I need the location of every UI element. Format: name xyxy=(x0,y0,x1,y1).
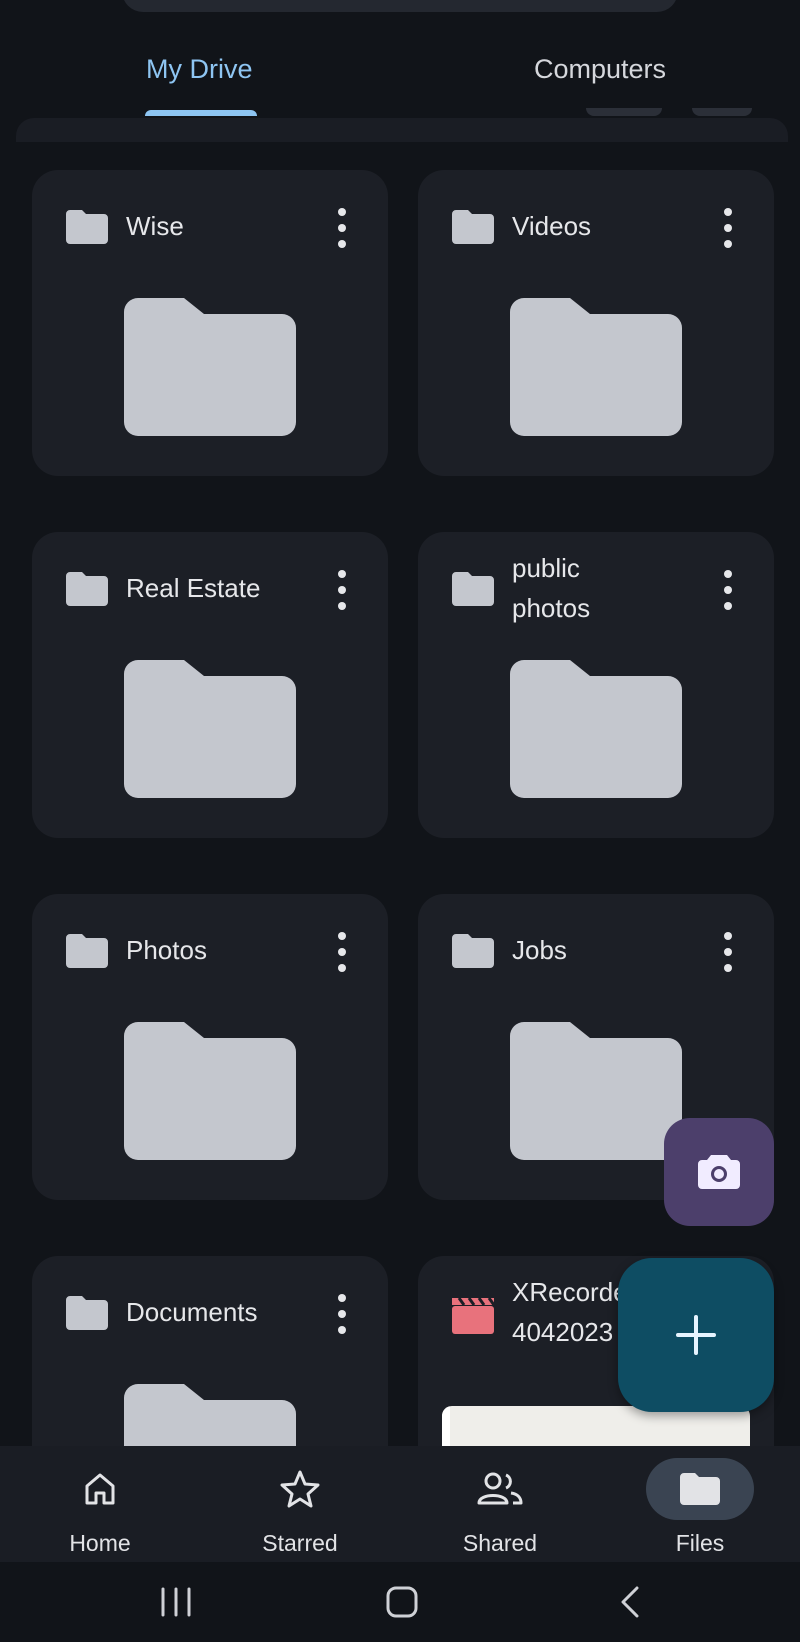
folder-card[interactable]: public photos xyxy=(418,532,774,838)
nav-files-label: Files xyxy=(675,1530,725,1556)
folder-name: Wise xyxy=(126,211,184,241)
folder-name: Real Estate xyxy=(126,573,261,603)
folder-icon xyxy=(452,934,494,968)
active-tab-indicator xyxy=(145,110,257,116)
folder-thumbnail-icon xyxy=(124,1022,296,1160)
folder-thumbnail-icon xyxy=(124,1384,296,1446)
back-icon[interactable] xyxy=(610,1580,650,1624)
folder-thumbnail-icon xyxy=(510,298,682,436)
drive-tabs: My Drive Computers xyxy=(0,40,800,118)
camera-icon xyxy=(698,1155,740,1189)
folder-thumbnail-icon xyxy=(124,660,296,798)
nav-files[interactable]: Files xyxy=(600,1446,800,1562)
folder-card[interactable]: Videos xyxy=(418,170,774,476)
bottom-navigation: Home Starred Shared Files xyxy=(0,1446,800,1562)
nav-shared[interactable]: Shared xyxy=(400,1446,600,1562)
more-options-icon[interactable] xyxy=(336,1294,348,1334)
folder-icon xyxy=(646,1458,754,1520)
folder-name: Videos xyxy=(512,211,592,241)
folder-name: public photos xyxy=(512,553,591,623)
more-options-icon[interactable] xyxy=(722,932,734,972)
folder-name: Photos xyxy=(126,935,207,965)
more-options-icon[interactable] xyxy=(722,208,734,248)
tab-computers[interactable]: Computers xyxy=(534,54,666,85)
files-grid: Wise Videos Real Estate public photos Ph… xyxy=(0,0,800,1446)
plus-icon xyxy=(676,1315,716,1355)
folder-name: Documents xyxy=(126,1297,258,1327)
new-item-button[interactable] xyxy=(618,1258,774,1412)
star-icon xyxy=(246,1458,354,1520)
recents-icon[interactable] xyxy=(156,1580,196,1624)
more-options-icon[interactable] xyxy=(722,570,734,610)
nav-shared-label: Shared xyxy=(462,1530,538,1556)
nav-starred[interactable]: Starred xyxy=(200,1446,400,1562)
more-options-icon[interactable] xyxy=(336,208,348,248)
filter-chip[interactable] xyxy=(692,108,752,116)
folder-thumbnail-icon xyxy=(124,298,296,436)
nav-starred-label: Starred xyxy=(262,1530,338,1556)
more-options-icon[interactable] xyxy=(336,570,348,610)
folder-card[interactable]: Real Estate xyxy=(32,532,388,838)
file-name: XRecorder 4042023 xyxy=(512,1277,622,1347)
more-options-icon[interactable] xyxy=(336,932,348,972)
video-thumbnail xyxy=(442,1406,750,1446)
nav-home-label: Home xyxy=(69,1530,131,1556)
folder-card[interactable]: Documents xyxy=(32,1256,388,1446)
folder-thumbnail-icon xyxy=(510,660,682,798)
folder-name: Jobs xyxy=(512,935,567,965)
folder-icon xyxy=(66,1296,108,1330)
tab-my-drive[interactable]: My Drive xyxy=(146,54,253,85)
scan-camera-button[interactable] xyxy=(664,1118,774,1226)
home-button-icon[interactable] xyxy=(382,1580,422,1624)
folder-icon xyxy=(66,572,108,606)
system-navigation-bar xyxy=(0,1562,800,1642)
video-file-icon xyxy=(452,1297,494,1334)
people-icon xyxy=(446,1458,554,1520)
folder-icon xyxy=(66,210,108,244)
filter-chip[interactable] xyxy=(586,108,662,116)
folder-card[interactable]: Photos xyxy=(32,894,388,1200)
folder-icon xyxy=(452,572,494,606)
folder-icon xyxy=(452,210,494,244)
home-icon xyxy=(46,1458,154,1520)
list-header-edge xyxy=(16,118,788,142)
folder-thumbnail-icon xyxy=(510,1022,682,1160)
folder-icon xyxy=(66,934,108,968)
folder-card[interactable]: Wise xyxy=(32,170,388,476)
nav-home[interactable]: Home xyxy=(0,1446,200,1562)
